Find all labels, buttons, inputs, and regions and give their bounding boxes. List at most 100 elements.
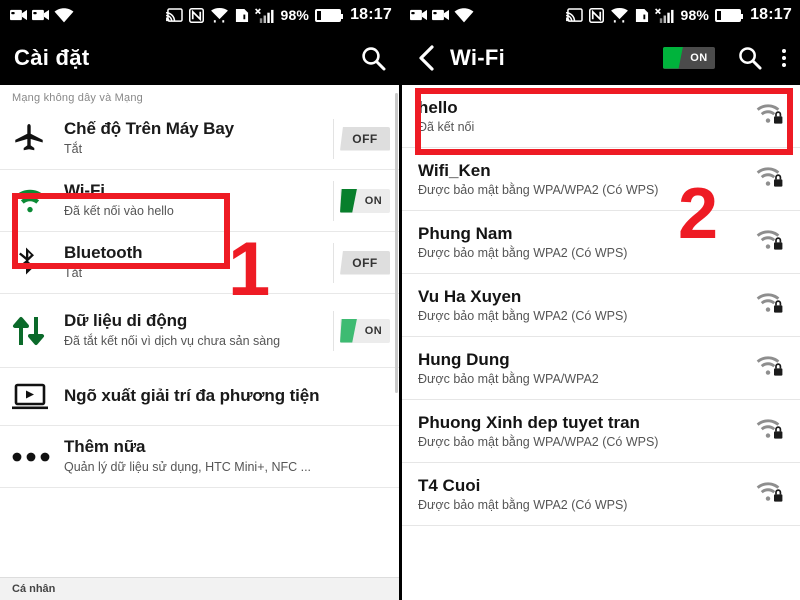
wifi-signal-lock-icon	[750, 419, 784, 443]
camera-record-icon	[432, 9, 449, 21]
nfc-icon	[589, 7, 605, 23]
wifi-network-row[interactable]: hello Đã kết nối	[400, 85, 800, 148]
settings-row-title: Thêm nữa	[64, 437, 146, 457]
mobile-data-toggle[interactable]: ON	[333, 310, 390, 351]
bluetooth-icon	[12, 246, 64, 280]
wifi-network-row[interactable]: Vu Ha Xuyen Được bảo mật bằng WPA2 (Có W…	[400, 274, 800, 337]
more-accessory	[384, 437, 390, 477]
sdcard-alert-icon	[235, 8, 249, 23]
bluetooth-toggle[interactable]: OFF	[333, 242, 390, 283]
wifi-master-toggle[interactable]: ON	[663, 46, 715, 69]
settings-row-title: Dữ liệu di động	[64, 311, 188, 331]
toggle-label: OFF	[352, 255, 378, 270]
toggle-label: ON	[364, 194, 383, 207]
camera-record-icon	[10, 9, 27, 21]
wifi-network-name: Phuong Xinh dep tuyet tran	[418, 412, 640, 432]
media-output-accessory	[384, 377, 390, 417]
page-title: Wi-Fi	[450, 44, 506, 70]
wifi-network-row[interactable]: Wifi_Ken Được bảo mật bằng WPA/WPA2 (Có …	[400, 148, 800, 211]
panel-divider	[399, 0, 402, 600]
battery-icon	[315, 8, 344, 22]
battery-percent-label: 98%	[680, 7, 710, 23]
signal-bars-x-icon	[255, 7, 274, 23]
wifi-icon	[54, 7, 74, 23]
airplane-mode-toggle[interactable]: OFF	[333, 118, 390, 159]
battery-icon	[715, 8, 744, 22]
right-phone-wifi-screen: 98% 18:17 Wi-Fi ON hello Đã kết nối Wifi…	[400, 0, 800, 600]
wifi-network-name: Hung Dung	[418, 349, 510, 369]
wifi-network-status: Đã kết nối	[418, 120, 475, 135]
wifi-network-status: Được bảo mật bằng WPA2 (Có WPS)	[418, 498, 628, 513]
toggle-label: ON	[364, 324, 383, 337]
settings-row-title: Wi-Fi	[64, 181, 105, 201]
wifi-alert-icon	[610, 7, 629, 23]
wifi-toggle[interactable]: ON	[333, 180, 390, 221]
settings-row-subtitle: Đã tắt kết nối vì dịch vụ chưa sản sàng	[64, 333, 281, 348]
wifi-signal-lock-icon	[750, 104, 784, 128]
cast-icon	[166, 7, 184, 23]
status-bar: 98% 18:17	[0, 0, 400, 30]
cast-icon	[566, 7, 584, 23]
toggle-label: OFF	[352, 131, 378, 146]
settings-list[interactable]: Mạng không dây và Mạng Chế độ Trên Máy B…	[0, 85, 400, 600]
wifi-network-status: Được bảo mật bằng WPA/WPA2 (Có WPS)	[418, 435, 659, 450]
clock-label: 18:17	[750, 6, 792, 23]
search-icon[interactable]	[360, 45, 386, 71]
wifi-signal-lock-icon	[750, 293, 784, 317]
wifi-signal-lock-icon	[750, 482, 784, 506]
tutorial-screenshot: 98% 18:17 Cài đặt Mạng không dây và Mạng…	[0, 0, 800, 600]
settings-row-mobile-data[interactable]: Dữ liệu di động Đã tắt kết nối vì dịch v…	[0, 294, 400, 368]
overflow-menu-icon[interactable]	[782, 48, 786, 67]
wifi-network-row[interactable]: T4 Cuoi Được bảo mật bằng WPA2 (Có WPS)	[400, 463, 800, 526]
data-arrows-icon	[12, 315, 64, 347]
right-action-bar: Wi-Fi ON	[400, 30, 800, 85]
status-bar: 98% 18:17	[400, 0, 800, 30]
wifi-network-status: Được bảo mật bằng WPA/WPA2	[418, 372, 599, 387]
battery-percent-label: 98%	[280, 7, 310, 23]
settings-row-more[interactable]: Thêm nữa Quản lý dữ liệu sử dụng, HTC Mi…	[0, 426, 400, 488]
search-icon[interactable]	[737, 45, 762, 70]
wifi-icon	[454, 7, 474, 23]
settings-row-media-output[interactable]: Ngõ xuất giải trí đa phương tiện	[0, 368, 400, 426]
wifi-alert-icon	[210, 7, 229, 23]
wifi-network-name: hello	[418, 97, 458, 117]
signal-bars-x-icon	[655, 7, 674, 23]
nfc-icon	[189, 7, 205, 23]
wifi-network-row[interactable]: Phung Nam Được bảo mật bằng WPA2 (Có WPS…	[400, 211, 800, 274]
settings-row-title: Ngõ xuất giải trí đa phương tiện	[64, 386, 320, 406]
scrollbar[interactable]	[395, 93, 398, 393]
settings-row-title: Bluetooth	[64, 243, 143, 263]
settings-row-subtitle: Đã kết nối vào hello	[64, 203, 174, 218]
toggle-label: ON	[690, 51, 708, 64]
wifi-icon	[12, 187, 64, 215]
wifi-signal-lock-icon	[750, 167, 784, 191]
settings-row-subtitle: Tắt	[64, 141, 83, 156]
more-dots-icon	[12, 451, 64, 463]
settings-row-bluetooth[interactable]: Bluetooth Tắt OFF	[0, 232, 400, 294]
media-output-icon	[12, 383, 64, 411]
camera-record-icon	[410, 9, 427, 21]
left-action-bar: Cài đặt	[0, 30, 400, 85]
settings-row-subtitle: Tắt	[64, 265, 83, 280]
page-title: Cài đặt	[14, 44, 90, 70]
settings-row-subtitle: Quản lý dữ liệu sử dụng, HTC Mini+, NFC …	[64, 459, 312, 474]
back-chevron-icon[interactable]	[414, 44, 440, 71]
wifi-network-row[interactable]: Hung Dung Được bảo mật bằng WPA/WPA2	[400, 337, 800, 400]
section-header-personal: Cá nhân	[0, 577, 400, 600]
airplane-icon	[12, 122, 64, 156]
camera-record-icon	[32, 9, 49, 21]
settings-row-airplane-mode[interactable]: Chế độ Trên Máy Bay Tắt OFF	[0, 108, 400, 170]
wifi-signal-lock-icon	[750, 356, 784, 380]
wifi-network-row[interactable]: Phuong Xinh dep tuyet tran Được bảo mật …	[400, 400, 800, 463]
wifi-network-name: Vu Ha Xuyen	[418, 286, 522, 306]
wifi-network-status: Được bảo mật bằng WPA2 (Có WPS)	[418, 309, 628, 324]
sdcard-alert-icon	[635, 8, 649, 23]
settings-row-wifi[interactable]: Wi-Fi Đã kết nối vào hello ON	[0, 170, 400, 232]
wifi-signal-lock-icon	[750, 230, 784, 254]
step-marker-2: 2	[678, 174, 719, 254]
wifi-network-list[interactable]: hello Đã kết nối Wifi_Ken Được bảo mật b…	[400, 85, 800, 600]
step-marker-1: 1	[228, 227, 271, 312]
wifi-network-name: T4 Cuoi	[418, 475, 481, 495]
left-phone-settings-screen: 98% 18:17 Cài đặt Mạng không dây và Mạng…	[0, 0, 400, 600]
section-header-wireless: Mạng không dây và Mạng	[0, 85, 400, 108]
